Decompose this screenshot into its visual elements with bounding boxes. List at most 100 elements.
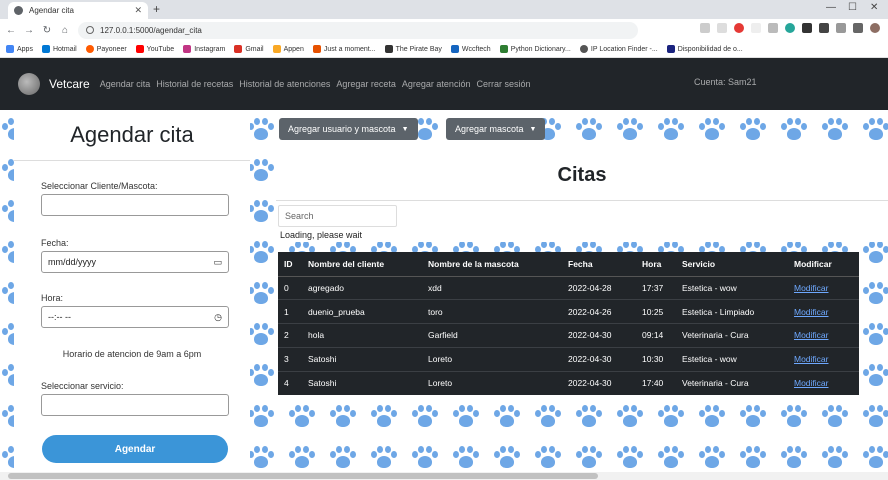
extension-icon[interactable] <box>785 23 795 33</box>
table-row: 1 duenio_prueba toro 2022-04-26 10:25 Es… <box>278 299 859 324</box>
bookmark-instagram[interactable]: Instagram <box>183 45 225 53</box>
tab-title: Agendar cita <box>29 6 74 15</box>
bookmark-apps[interactable]: Apps <box>6 45 33 53</box>
time-input[interactable]: --:-- -- ◷ <box>41 306 229 328</box>
site-favicon-icon <box>14 6 23 15</box>
bookmark-appen[interactable]: Appen <box>272 45 304 53</box>
service-label: Seleccionar servicio: <box>41 381 124 391</box>
forward-icon[interactable]: → <box>22 25 36 36</box>
agendar-button[interactable]: Agendar <box>42 435 228 463</box>
cell-mascota: xdd <box>422 275 562 300</box>
paw-print-icon <box>781 405 807 429</box>
cell-mascota: Loreto <box>422 370 562 395</box>
paw-print-icon <box>248 118 274 142</box>
modificar-link[interactable]: Modificar <box>794 354 828 364</box>
bookmark-disponibilidad[interactable]: Disponibilidad de o... <box>666 45 743 53</box>
divider <box>14 160 250 161</box>
service-select[interactable] <box>41 394 229 416</box>
puzzle-icon[interactable] <box>819 23 829 33</box>
site-info-icon[interactable] <box>86 26 94 34</box>
modificar-link[interactable]: Modificar <box>794 330 828 340</box>
table-header-row: ID Nombre del cliente Nombre de la masco… <box>278 252 859 277</box>
cell-servicio: Veterinaria - Cura <box>676 323 788 348</box>
paw-print-icon <box>781 118 807 142</box>
paw-print-icon <box>863 364 888 388</box>
browser-tab[interactable]: Agendar cita ✕ <box>8 2 148 19</box>
home-icon[interactable]: ⌂ <box>58 25 72 36</box>
new-tab-icon[interactable]: + <box>153 2 160 16</box>
search-input[interactable]: Search <box>278 205 397 227</box>
horizontal-scrollbar[interactable] <box>0 472 888 480</box>
maximize-icon[interactable]: ☐ <box>848 2 857 13</box>
paw-print-icon <box>781 446 807 470</box>
paw-print-icon <box>658 446 684 470</box>
url-text: 127.0.0.1:5000/agendar_cita <box>100 25 202 35</box>
paw-print-icon <box>412 446 438 470</box>
bookmark-youtube[interactable]: YouTube <box>135 45 174 53</box>
paw-print-icon <box>248 241 274 265</box>
bookmark-ip-location[interactable]: IP Location Finder -... <box>579 45 658 53</box>
nav-agendar-cita[interactable]: Agendar cita <box>100 79 151 89</box>
close-window-icon[interactable]: ✕ <box>870 2 878 13</box>
bookmark-hotmail[interactable]: Hotmail <box>41 45 77 53</box>
vetcare-logo[interactable] <box>18 73 40 95</box>
paw-print-icon <box>494 405 520 429</box>
add-user-pet-dropdown[interactable]: Agregar usuario y mascota ▼ <box>279 118 418 140</box>
date-input[interactable]: mm/dd/yyyy ▭ <box>41 251 229 273</box>
paw-print-icon <box>330 405 356 429</box>
opera-extension-icon[interactable] <box>734 23 744 33</box>
bookmark-payoneer[interactable]: Payoneer <box>85 45 127 53</box>
nav-agregar-receta[interactable]: Agregar receta <box>336 79 396 89</box>
cell-cliente: Satoshi <box>302 346 422 372</box>
cell-id: 0 <box>278 275 302 300</box>
cell-fecha: 2022-04-28 <box>562 275 636 300</box>
add-pet-dropdown[interactable]: Agregar mascota ▼ <box>446 118 546 140</box>
appointment-form: Agendar cita Seleccionar Cliente/Mascota… <box>14 110 250 472</box>
back-icon[interactable]: ← <box>4 25 18 36</box>
nav-agregar-atencion[interactable]: Agregar atención <box>402 79 471 89</box>
paw-print-icon <box>289 446 315 470</box>
reload-icon[interactable]: ↻ <box>40 25 54 36</box>
address-bar[interactable]: 127.0.0.1:5000/agendar_cita <box>78 21 638 39</box>
nav-historial-atenciones[interactable]: Historial de atenciones <box>239 79 330 89</box>
bookmark-pirate-bay[interactable]: The Pirate Bay <box>384 45 442 53</box>
client-pet-select[interactable] <box>41 194 229 216</box>
extension-icon[interactable] <box>768 23 778 33</box>
table-row: 3 Satoshi Loreto 2022-04-30 10:30 Esteti… <box>278 346 859 372</box>
extension-icon[interactable] <box>802 23 812 33</box>
bookmark-wccftech[interactable]: Wccftech <box>450 45 491 53</box>
nav-historial-recetas[interactable]: Historial de recetas <box>156 79 233 89</box>
paw-print-icon <box>248 200 274 224</box>
clock-icon[interactable]: ◷ <box>214 312 222 323</box>
minimize-icon[interactable]: — <box>826 2 836 13</box>
col-id: ID <box>278 252 302 277</box>
scrollbar-thumb[interactable] <box>8 473 598 479</box>
paw-print-icon <box>289 405 315 429</box>
close-tab-icon[interactable]: ✕ <box>134 5 142 16</box>
paw-print-icon <box>330 446 356 470</box>
sidebar-icon[interactable] <box>853 23 863 33</box>
col-servicio: Servicio <box>676 252 788 277</box>
bookmark-gmail[interactable]: Gmail <box>234 45 264 53</box>
reading-list-icon[interactable] <box>836 23 846 33</box>
cell-modificar: Modificar <box>788 370 859 395</box>
bookmark-just-a-moment[interactable]: Just a moment... <box>312 45 376 53</box>
brand[interactable]: Vetcare <box>49 77 90 91</box>
calendar-icon[interactable]: ▭ <box>213 257 222 268</box>
cell-id: 4 <box>278 370 302 395</box>
extension-icon[interactable] <box>751 23 761 33</box>
paw-print-icon <box>494 446 520 470</box>
modificar-link[interactable]: Modificar <box>794 307 828 317</box>
paw-print-icon <box>699 118 725 142</box>
modificar-link[interactable]: Modificar <box>794 378 828 388</box>
profile-avatar[interactable] <box>870 23 880 33</box>
cell-fecha: 2022-04-30 <box>562 323 636 348</box>
share-icon[interactable] <box>700 23 710 33</box>
paw-print-icon <box>248 446 274 470</box>
extension-icons <box>700 23 880 33</box>
star-icon[interactable] <box>717 23 727 33</box>
bookmark-python-dictionary[interactable]: Python Dictionary... <box>499 45 571 53</box>
modificar-link[interactable]: Modificar <box>794 283 828 293</box>
nav-cerrar-sesion[interactable]: Cerrar sesión <box>476 79 530 89</box>
browser-tabstrip: Agendar cita ✕ + — ☐ ✕ <box>0 0 888 19</box>
